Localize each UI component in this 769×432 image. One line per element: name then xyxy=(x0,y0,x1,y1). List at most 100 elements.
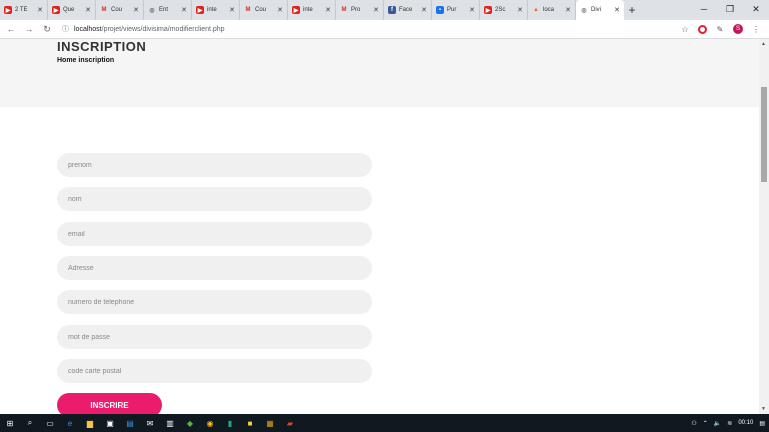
tab-label: Face xyxy=(399,7,413,13)
tab-label: 2 TE xyxy=(15,7,28,13)
app-icon[interactable]: ▤ xyxy=(120,414,140,432)
info-icon[interactable]: ⓘ xyxy=(62,24,69,34)
windows-start-icon[interactable]: ⊞ xyxy=(0,414,20,432)
search-icon[interactable]: ⌕ xyxy=(20,414,40,432)
avatar[interactable]: S xyxy=(733,24,743,34)
close-tab-icon[interactable]: ✕ xyxy=(277,6,283,14)
browser-tab[interactable]: ▶ 2Sc ✕ xyxy=(480,0,528,20)
close-tab-icon[interactable]: ✕ xyxy=(469,6,475,14)
tab-label: Pro xyxy=(351,7,361,13)
inscrire-button[interactable]: INSCRIRE xyxy=(57,393,162,414)
tab-label: inte xyxy=(303,7,313,13)
close-window-icon[interactable]: ✕ xyxy=(743,0,769,18)
app-icon[interactable]: ■ xyxy=(240,414,260,432)
browser-tab[interactable]: M Cou ✕ xyxy=(240,0,288,20)
youtube-icon: ▶ xyxy=(196,6,204,14)
edge-icon[interactable]: e xyxy=(60,414,80,432)
clock[interactable]: 00:10 xyxy=(738,420,753,426)
wifi-icon[interactable]: ≋ xyxy=(727,420,732,427)
tab-label: Pur xyxy=(447,7,457,13)
youtube-icon: ▶ xyxy=(484,6,492,14)
close-tab-icon[interactable]: ✕ xyxy=(421,6,427,14)
close-tab-icon[interactable]: ✕ xyxy=(37,6,43,14)
close-tab-icon[interactable]: ✕ xyxy=(181,6,187,14)
app-icon[interactable]: ▦ xyxy=(260,414,280,432)
system-tray: ⚇ ⌃ 🔈 ≋ 00:10 ▤ xyxy=(691,414,765,432)
powerpoint-icon[interactable]: ▰ xyxy=(280,414,300,432)
opera-extension-icon[interactable] xyxy=(698,24,707,34)
browser-tab[interactable]: M Pro ✕ xyxy=(336,0,384,20)
taskbar: ⊞ ⌕ ▭ e ▆ ▣ ▤ ✉ ▥ ◆ ◉ ▮ ■ ▦ ▰ ⚇ ⌃ 🔈 ≋ 00… xyxy=(0,414,769,432)
tab-label: Que xyxy=(63,7,75,13)
notifications-icon[interactable]: ▤ xyxy=(759,420,765,427)
close-tab-icon[interactable]: ✕ xyxy=(565,6,571,14)
browser-tab[interactable]: ▶ inte ✕ xyxy=(288,0,336,20)
people-icon[interactable]: ⚇ xyxy=(691,420,696,427)
close-tab-icon[interactable]: ✕ xyxy=(373,6,379,14)
close-tab-icon[interactable]: ✕ xyxy=(614,6,620,14)
page-viewport: INSCRIPTION Home inscription INSCRIRE xyxy=(0,39,759,414)
browser-tab[interactable]: ▲ loca ✕ xyxy=(528,0,576,20)
tab-label: Cou xyxy=(255,7,267,13)
adresse-field[interactable] xyxy=(57,256,372,280)
chevron-up-icon[interactable]: ⌃ xyxy=(703,420,708,427)
tab-label: loca xyxy=(543,7,555,13)
browser-tab[interactable]: M Cou ✕ xyxy=(96,0,144,20)
page-header: INSCRIPTION Home inscription xyxy=(0,39,759,107)
close-tab-icon[interactable]: ✕ xyxy=(325,6,331,14)
mail-icon[interactable]: ✉ xyxy=(140,414,160,432)
browser-tab[interactable]: ◎ Ent ✕ xyxy=(144,0,192,20)
scroll-down-icon[interactable]: ▼ xyxy=(761,406,766,412)
youtube-icon: ▶ xyxy=(52,6,60,14)
browser-tab[interactable]: ▶ Que ✕ xyxy=(48,0,96,20)
gmail-icon: M xyxy=(245,7,251,13)
prenom-field[interactable] xyxy=(57,153,372,177)
app-icon[interactable]: ◆ xyxy=(180,414,200,432)
back-arrow-icon[interactable]: ← xyxy=(4,24,18,34)
browser-tab-active[interactable]: ◎ Divi ✕ xyxy=(576,0,624,20)
browser-tab[interactable]: ▶ 2 TE ✕ xyxy=(0,0,48,20)
gmail-icon: M xyxy=(101,7,107,13)
app-icon[interactable]: ▥ xyxy=(160,414,180,432)
page-scrollbar[interactable]: ▲ ▼ xyxy=(759,39,769,414)
gmail-icon: M xyxy=(341,7,347,13)
password-field[interactable] xyxy=(57,325,372,349)
file-explorer-icon[interactable]: ▆ xyxy=(80,414,100,432)
close-tab-icon[interactable]: ✕ xyxy=(133,6,139,14)
chrome-icon[interactable]: ◉ xyxy=(200,414,220,432)
scrollbar-thumb[interactable] xyxy=(761,87,767,182)
browser-tab[interactable]: ▪ Pur ✕ xyxy=(432,0,480,20)
maximize-icon[interactable]: ❐ xyxy=(717,0,743,18)
url-path: /projet/views/divisima/modifierclient.ph… xyxy=(101,25,225,33)
close-tab-icon[interactable]: ✕ xyxy=(517,6,523,14)
address-bar: ← → ↻ ⓘ localhost/projet/views/divisima/… xyxy=(0,20,769,39)
forward-arrow-icon[interactable]: → xyxy=(22,24,36,34)
browser-tab[interactable]: f Face ✕ xyxy=(384,0,432,20)
app-icon[interactable]: ▮ xyxy=(220,414,240,432)
email-field[interactable] xyxy=(57,222,372,246)
scroll-up-icon[interactable]: ▲ xyxy=(761,41,766,47)
xampp-icon: ▲ xyxy=(533,7,539,13)
close-tab-icon[interactable]: ✕ xyxy=(85,6,91,14)
reload-icon[interactable]: ↻ xyxy=(40,24,54,35)
youtube-icon: ▶ xyxy=(292,6,300,14)
minimize-icon[interactable]: ─ xyxy=(691,0,717,18)
menu-dots-icon[interactable]: ⋮ xyxy=(751,24,761,34)
store-icon[interactable]: ▣ xyxy=(100,414,120,432)
tab-label: Ent xyxy=(159,7,169,13)
facebook-icon: f xyxy=(388,6,396,14)
browser-tab[interactable]: ▶ inte ✕ xyxy=(192,0,240,20)
telephone-field[interactable] xyxy=(57,290,372,314)
close-tab-icon[interactable]: ✕ xyxy=(229,6,235,14)
site-icon: ▪ xyxy=(436,6,444,14)
task-view-icon[interactable]: ▭ xyxy=(40,414,60,432)
postal-code-field[interactable] xyxy=(57,359,372,383)
nom-field[interactable] xyxy=(57,187,372,211)
url-field[interactable]: ⓘ localhost/projet/views/divisima/modifi… xyxy=(62,22,680,37)
bookmark-star-icon[interactable]: ☆ xyxy=(680,24,690,34)
volume-icon[interactable]: 🔈 xyxy=(714,420,721,427)
tab-bar: ▶ 2 TE ✕ ▶ Que ✕ M Cou ✕ ◎ Ent ✕ ▶ inte ✕ M Cou ✕ ▶ i… xyxy=(0,0,769,20)
new-tab-button[interactable]: + xyxy=(624,0,640,20)
eyedropper-extension-icon[interactable]: ✎ xyxy=(715,24,725,34)
globe-icon: ◎ xyxy=(149,7,155,14)
